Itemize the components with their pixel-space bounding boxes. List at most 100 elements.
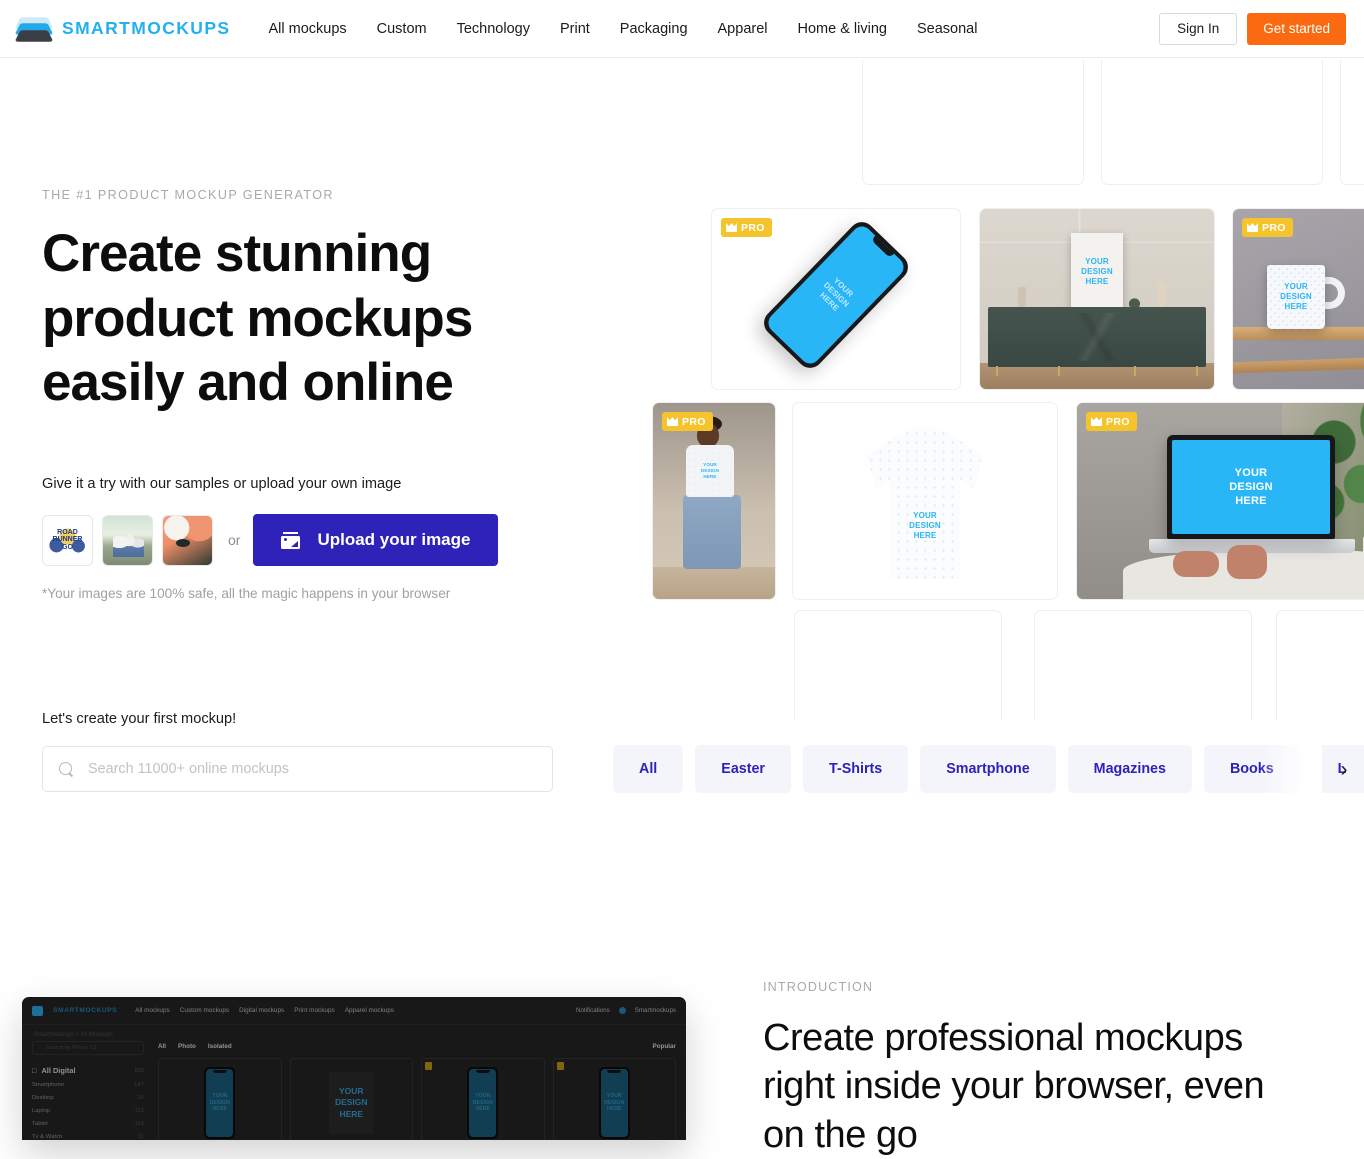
breadcrumb: Smartmockups > All Mockups: [34, 1032, 113, 1038]
crown-icon: [667, 417, 678, 426]
person-tshirt: YOUR DESIGN HERE: [686, 445, 734, 497]
phone-device: YOUR DESIGN HERE: [204, 1067, 236, 1139]
app-brand-name: SMARTMOCKUPS: [53, 1007, 118, 1014]
sidebar-item-label: All Digital: [41, 1066, 76, 1075]
sidebar-item-label: Tablet: [32, 1121, 48, 1127]
sidebar-item-label: Smartphone: [32, 1082, 65, 1088]
chip-easter[interactable]: Easter: [695, 745, 791, 793]
sign-in-button[interactable]: Sign In: [1159, 12, 1238, 45]
room-lamp-right: [1158, 283, 1166, 307]
app-mockup-card[interactable]: YOUR DESIGN HERE: [552, 1058, 676, 1140]
main-nav: All mockups Custom Technology Print Pack…: [268, 21, 977, 37]
nav-item-all-mockups[interactable]: All mockups: [268, 21, 346, 37]
sort-dropdown[interactable]: Popular: [653, 1043, 676, 1050]
chevron-right-icon[interactable]: ›: [1330, 755, 1358, 783]
crown-icon: [1247, 223, 1258, 232]
pro-badge-label: PRO: [1106, 415, 1130, 428]
sidebar-item-desktop[interactable]: Desktop 36: [32, 1095, 144, 1101]
sidebar-item-all-digital[interactable]: □ All Digital 501: [32, 1066, 144, 1075]
sidebar-item-tablet[interactable]: Tablet 118: [32, 1121, 144, 1127]
pro-badge: PRO: [1086, 412, 1137, 431]
header-actions: Sign In Get started: [1159, 12, 1346, 45]
app-nav-item-all-mockups[interactable]: All mockups: [135, 1007, 169, 1014]
sample-thumb-road-runner-go[interactable]: [42, 514, 93, 566]
chip-smartphone[interactable]: Smartphone: [920, 745, 1056, 793]
get-started-button[interactable]: Get started: [1247, 12, 1346, 45]
mockup-card-placeholder[interactable]: [1034, 610, 1252, 720]
app-sidebar: ○ Search by Phone 13 □ All Digital 501 S…: [32, 1041, 144, 1140]
tab-isolated[interactable]: Isolated: [208, 1043, 232, 1050]
tab-all[interactable]: All: [158, 1043, 166, 1050]
nav-item-seasonal[interactable]: Seasonal: [917, 21, 977, 37]
nav-item-custom[interactable]: Custom: [377, 21, 427, 37]
app-body: ○ Search by Phone 13 □ All Digital 501 S…: [22, 1041, 686, 1140]
introduction-section: INTRODUCTION Create professional mockups…: [763, 980, 1303, 1159]
image-icon: [281, 531, 301, 549]
app-nav-item-custom-mockups[interactable]: Custom mockups: [180, 1007, 229, 1014]
chip-magazines[interactable]: Magazines: [1067, 745, 1192, 793]
mockup-card-placeholder[interactable]: [862, 60, 1084, 185]
app-mockup-card[interactable]: YOUR DESIGN HERE: [289, 1058, 413, 1140]
design-placeholder-text: YOUR DESIGN HERE: [1081, 256, 1113, 287]
phone-screen: YOUR DESIGN HERE: [600, 1069, 628, 1137]
app-nav-item-digital-mockups[interactable]: Digital mockups: [239, 1007, 284, 1014]
person-hand-right: [1227, 545, 1267, 579]
sideboard-furniture: [988, 307, 1206, 376]
app-notifications-label[interactable]: Notifications: [576, 1007, 610, 1014]
app-nav-item-apparel-mockups[interactable]: Apparel mockups: [345, 1007, 394, 1014]
sidebar-item-label: Laptop: [32, 1108, 51, 1114]
sidebar-item-count: 147: [134, 1082, 144, 1088]
chip-all[interactable]: All: [613, 745, 684, 793]
search-icon: [59, 761, 74, 777]
intro-eyebrow: INTRODUCTION: [763, 980, 874, 994]
mockup-card-tshirt-person[interactable]: YOUR DESIGN HERE PRO: [652, 402, 776, 600]
site-header: SMARTMOCKUPS All mockups Custom Technolo…: [0, 0, 1364, 58]
mockup-card-tshirt-flat[interactable]: YOUR DESIGN HERE: [792, 402, 1058, 600]
nav-item-print[interactable]: Print: [560, 21, 590, 37]
phone-device: YOUR DESIGN HERE: [467, 1067, 499, 1139]
nav-item-apparel[interactable]: Apparel: [718, 21, 768, 37]
mockup-card-smartphone[interactable]: PRO YOUR DESIGN HERE: [711, 208, 961, 390]
phone-screen: YOUR DESIGN HERE: [469, 1069, 497, 1137]
sidebar-item-smartphone[interactable]: Smartphone 147: [32, 1082, 144, 1088]
device-icon: □: [32, 1066, 37, 1075]
sidebar-item-laptop[interactable]: Laptop 112: [32, 1108, 144, 1114]
mockup-card-laptop-desk[interactable]: YOUR DESIGN HERE PRO: [1076, 402, 1364, 600]
brand-name: SMARTMOCKUPS: [62, 18, 231, 38]
mockup-card-placeholder[interactable]: [1101, 60, 1323, 185]
app-nav-item-print-mockups[interactable]: Print mockups: [294, 1007, 335, 1014]
chip-books[interactable]: Books: [1203, 745, 1300, 793]
sample-thumb-family-park[interactable]: [102, 514, 153, 566]
app-nav: All mockups Custom mockups Digital mocku…: [135, 1007, 394, 1014]
app-mockup-card[interactable]: YOUR DESIGN HERE: [421, 1058, 545, 1140]
nav-item-home-living[interactable]: Home & living: [798, 21, 887, 37]
app-search-input[interactable]: ○ Search by Phone 13: [32, 1041, 144, 1055]
app-topbar-right: Notifications Smartmockups: [576, 1007, 676, 1014]
chip-t-shirts[interactable]: T-Shirts: [803, 745, 909, 793]
search-section-label: Let's create your first mockup!: [42, 711, 237, 727]
app-mockup-card[interactable]: YOUR DESIGN HERE: [158, 1058, 282, 1140]
tab-photo[interactable]: Photo: [178, 1043, 196, 1050]
app-screenshot-preview: SMARTMOCKUPS All mockups Custom mockups …: [22, 997, 686, 1140]
pro-badge: [425, 1062, 432, 1070]
sidebar-item-count: 112: [134, 1108, 144, 1114]
nav-item-technology[interactable]: Technology: [457, 21, 530, 37]
mockup-card-placeholder[interactable]: [1340, 60, 1364, 185]
mockup-card-mug-shelf[interactable]: YOUR DESIGN HERE PRO: [1232, 208, 1364, 390]
brand-logo[interactable]: SMARTMOCKUPS: [14, 12, 230, 46]
sample-thumb-abstract-orange[interactable]: [162, 514, 213, 566]
upload-your-image-button[interactable]: Upload your image: [253, 514, 499, 566]
design-placeholder-text: YOUR DESIGN HERE: [209, 1092, 230, 1113]
category-chips: All Easter T-Shirts Smartphone Magazines…: [613, 745, 1364, 793]
mockup-card-poster-sideboard[interactable]: YOUR DESIGN HERE: [979, 208, 1215, 390]
mockup-card-placeholder[interactable]: [1276, 610, 1364, 720]
nav-item-packaging[interactable]: Packaging: [620, 21, 688, 37]
sidebar-item-label: Tv & Watch: [32, 1134, 63, 1140]
sidebar-item-tv-watch[interactable]: Tv & Watch 31: [32, 1134, 144, 1140]
design-placeholder-text: YOUR DESIGN HERE: [909, 511, 941, 541]
app-account-label[interactable]: Smartmockups: [635, 1007, 676, 1014]
person-jeans: [683, 495, 741, 569]
mockup-card-placeholder[interactable]: [794, 610, 1002, 720]
search-input[interactable]: [88, 761, 518, 777]
search-box[interactable]: [42, 746, 553, 792]
